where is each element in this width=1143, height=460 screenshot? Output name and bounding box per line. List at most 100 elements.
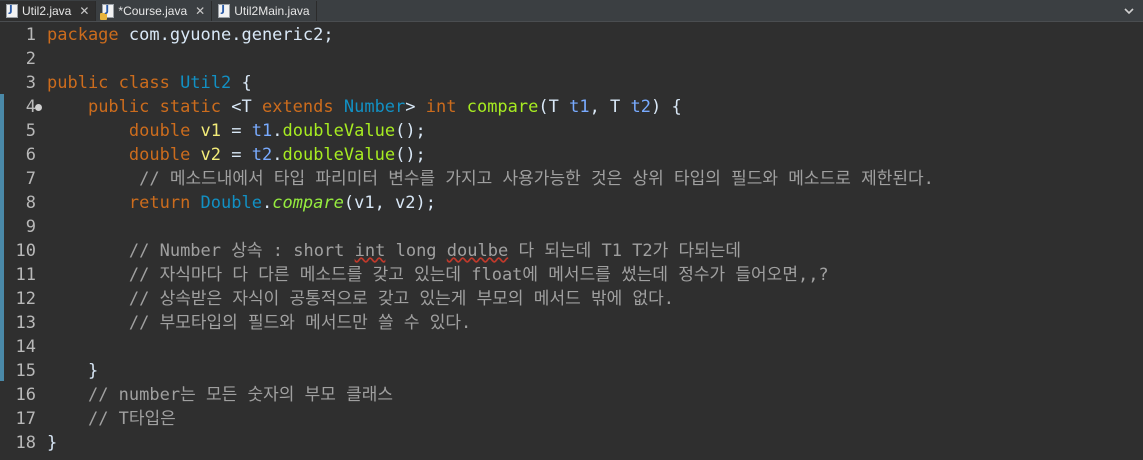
code-line[interactable]: 15 }: [0, 359, 1143, 383]
code-line[interactable]: 16 // number는 모든 숫자의 부모 클래스: [0, 383, 1143, 407]
code-token: ();: [395, 145, 426, 165]
code-token: =: [221, 145, 252, 165]
code-line[interactable]: 12 // 상속받은 자식이 공통적으로 갖고 있는게 부모의 메서드 밖에 없…: [0, 287, 1143, 311]
code-line[interactable]: 1 package com.gyuone.generic2;: [0, 23, 1143, 47]
code-token: , T: [589, 97, 631, 117]
code-token: =: [221, 121, 252, 141]
code-text: double v2 = t2.doubleValue();: [47, 143, 426, 167]
code-token: doubleValue: [282, 145, 396, 165]
code-token: // 메소드내에서 타입 파리미터 변수를 가지고 사용가능한 것은 상위 타입…: [139, 169, 934, 189]
java-file-warning-icon: [100, 4, 115, 20]
code-text: }: [47, 431, 57, 455]
code-token: public static: [87, 97, 232, 117]
code-line[interactable]: 14: [0, 335, 1143, 359]
code-token: 다 되는데 T1 T2가 다되는데: [508, 241, 742, 261]
code-token: package: [47, 25, 119, 45]
line-number: 2: [25, 49, 36, 69]
code-token: doubleValue: [282, 121, 396, 141]
code-token: return: [128, 193, 201, 213]
code-token: .: [272, 145, 283, 165]
code-line[interactable]: 11 // 자식마다 다 다른 메소드를 갖고 있는데 float에 메서드를 …: [0, 263, 1143, 287]
tab-util2-java[interactable]: Util2.java ✕: [0, 1, 97, 21]
code-token: extends: [261, 97, 344, 117]
code-token: com.gyuone.generic2;: [118, 25, 334, 45]
code-line[interactable]: 2: [0, 47, 1143, 71]
code-text: public static <T extends Number> int com…: [47, 95, 682, 119]
code-line[interactable]: 8 return Double.compare(v1, v2);: [0, 191, 1143, 215]
code-text: // Number 상속 : short int long doulbe 다 되…: [47, 239, 741, 263]
code-token: double: [128, 121, 201, 141]
code-token: (v1, v2);: [343, 193, 436, 213]
code-token: <T: [231, 97, 262, 117]
line-number: 4: [25, 97, 36, 117]
code-line[interactable]: 5 double v1 = t1.doubleValue();: [0, 119, 1143, 143]
code-token: v1: [200, 121, 222, 141]
line-number: 14: [15, 337, 36, 357]
line-number: 5: [25, 121, 36, 141]
tab-label: Util2Main.java: [234, 4, 310, 18]
chevron-down-icon[interactable]: [1123, 5, 1135, 17]
code-token: v2: [200, 145, 222, 165]
code-token: // T타입은: [87, 409, 176, 429]
code-line[interactable]: 13 // 부모타입의 필드와 메서드만 쓸 수 있다.: [0, 311, 1143, 335]
tab-course-java[interactable]: *Course.java ✕: [96, 1, 213, 21]
code-token: .: [261, 193, 273, 213]
line-number: 3: [25, 73, 36, 93]
code-line[interactable]: 18}: [0, 431, 1143, 455]
code-text: package com.gyuone.generic2;: [47, 23, 334, 47]
code-token: Util2: [180, 73, 232, 93]
code-line[interactable]: 9: [0, 215, 1143, 239]
line-number: 8: [25, 193, 36, 213]
code-line[interactable]: 6 double v2 = t2.doubleValue();: [0, 143, 1143, 167]
fold-marker-icon[interactable]: [35, 104, 42, 111]
code-line[interactable]: 7 // 메소드내에서 타입 파리미터 변수를 가지고 사용가능한 것은 상위 …: [0, 167, 1143, 191]
line-number: 11: [15, 265, 36, 285]
close-icon[interactable]: ✕: [79, 4, 89, 18]
close-icon[interactable]: ✕: [195, 4, 205, 18]
code-text: double v1 = t1.doubleValue();: [47, 119, 426, 143]
code-token: t1: [251, 121, 273, 141]
code-token: compare: [466, 97, 539, 117]
line-number: 10: [15, 241, 36, 261]
java-file-icon: [218, 4, 231, 18]
code-token: }: [47, 433, 58, 453]
code-token: public class: [47, 73, 181, 93]
code-text: // 자식마다 다 다른 메소드를 갖고 있는데 float에 메서드를 썼는데…: [47, 263, 829, 287]
line-number: 16: [15, 385, 36, 405]
code-text: return Double.compare(v1, v2);: [47, 191, 436, 215]
code-token: t2: [630, 97, 652, 117]
editor-tab-bar: Util2.java ✕ *Course.java ✕ Util2Main.java: [0, 0, 1143, 22]
code-line[interactable]: 4 public static <T extends Number> int c…: [0, 95, 1143, 119]
code-token: long: [385, 241, 447, 261]
tab-util2main-java[interactable]: Util2Main.java: [212, 1, 317, 21]
code-token: .: [272, 121, 283, 141]
code-token: t2: [251, 145, 273, 165]
code-token: // 자식마다 다 다른 메소드를 갖고 있는데 float에 메서드를 썼는데…: [128, 265, 829, 285]
code-token: double: [128, 145, 201, 165]
code-token: {: [231, 73, 252, 93]
code-text: }: [47, 359, 98, 383]
code-line[interactable]: 17 // T타입은: [0, 407, 1143, 431]
code-line[interactable]: 3 public class Util2 {: [0, 71, 1143, 95]
java-file-icon: [6, 4, 18, 18]
code-text: public class Util2 {: [47, 71, 252, 95]
code-token: Double: [200, 193, 262, 213]
code-token: ();: [395, 121, 426, 141]
code-token: t1: [569, 97, 590, 117]
code-line[interactable]: 10 // Number 상속 : short int long doulbe …: [0, 239, 1143, 263]
code-editor[interactable]: 1 package com.gyuone.generic2; 2 3 public cl…: [0, 22, 1143, 460]
tab-label: *Course.java: [118, 4, 188, 18]
line-number: 12: [15, 289, 36, 309]
code-token: // number는 모든 숫자의 부모 클래스: [87, 385, 394, 405]
code-token: // 상속받은 자식이 공통적으로 갖고 있는게 부모의 메서드 밖에 없다.: [128, 289, 674, 309]
tab-label: Util2.java: [22, 4, 72, 18]
